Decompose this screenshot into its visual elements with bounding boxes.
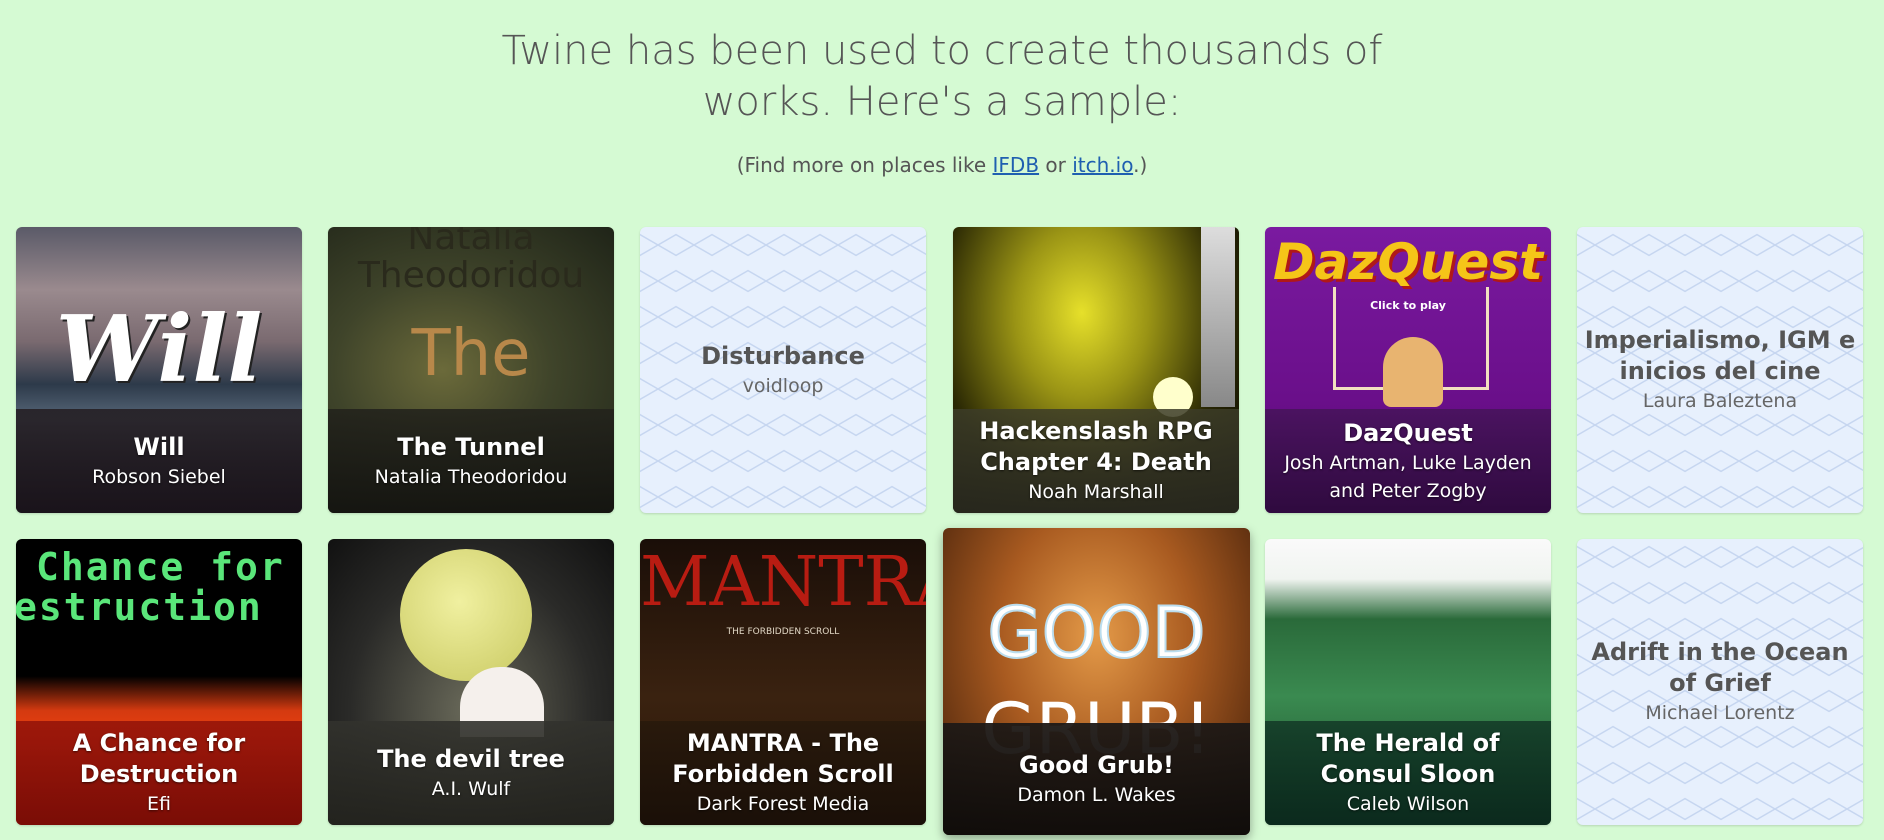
cover-art-text: Will xyxy=(55,295,263,403)
work-caption: A Chance for Destruction Efi xyxy=(16,721,302,825)
cover-art-subtext: THE FORBIDDEN SCROLL xyxy=(726,627,840,637)
work-title: DazQuest xyxy=(1343,418,1473,447)
work-title: The Tunnel xyxy=(397,432,545,461)
itch-io-link[interactable]: itch.io xyxy=(1072,153,1133,177)
cover-art-line-2: estruction xyxy=(16,585,263,629)
work-card-disturbance[interactable]: Disturbance voidloop xyxy=(640,227,926,513)
work-caption: The devil tree A.I. Wulf xyxy=(328,721,614,825)
work-caption: Disturbance voidloop xyxy=(640,227,926,513)
work-title: Imperialismo, IGM e inicios del cine xyxy=(1584,326,1856,385)
find-more-text: (Find more on places like IFDB or itch.i… xyxy=(0,153,1884,177)
work-author: Damon L. Wakes xyxy=(1017,783,1176,806)
cover-art-text: Chance for estruction xyxy=(16,547,302,627)
work-title: Hackenslash RPG Chapter 4: Death xyxy=(979,417,1213,476)
work-author: Laura Baleztena xyxy=(1642,390,1798,412)
cover-art-moon xyxy=(400,549,532,681)
work-card-adrift-in-the-ocean-of-grief[interactable]: Adrift in the Ocean of Grief Michael Lor… xyxy=(1577,539,1863,825)
work-title: Adrift in the Ocean of Grief xyxy=(1591,638,1849,697)
work-title: Disturbance xyxy=(701,341,865,370)
cover-art-text: Natalia Theodoridou xyxy=(328,227,614,295)
work-title: The devil tree xyxy=(377,744,565,773)
work-caption: MANTRA - The Forbidden Scroll Dark Fores… xyxy=(640,721,926,825)
cover-art-text: DazQuest xyxy=(1272,233,1544,291)
work-author: Caleb Wilson xyxy=(1346,793,1470,815)
work-card-chance-for-destruction[interactable]: Chance for estruction A Chance for Destr… xyxy=(16,539,302,825)
find-more-suffix: .) xyxy=(1133,153,1148,177)
work-card-imperialismo[interactable]: Imperialismo, IGM e inicios del cine Lau… xyxy=(1577,227,1863,513)
work-author: Dark Forest Media xyxy=(696,793,870,815)
work-card-will[interactable]: Will Will Robson Siebel xyxy=(16,227,302,513)
work-author: Efi xyxy=(147,793,171,815)
work-title: Good Grub! xyxy=(1019,750,1174,779)
work-card-dazquest[interactable]: DazQuest Click to play DazQuest Josh Art… xyxy=(1265,227,1551,513)
work-card-the-devil-tree[interactable]: The devil tree A.I. Wulf xyxy=(328,539,614,825)
cover-art-text: GOOD xyxy=(986,591,1206,675)
work-title: A Chance for Destruction xyxy=(72,729,246,788)
work-caption: Good Grub! Damon L. Wakes xyxy=(943,723,1250,835)
work-caption: The Herald of Consul Sloon Caleb Wilson xyxy=(1265,721,1551,825)
work-author: Robson Siebel xyxy=(92,465,226,488)
work-card-the-tunnel[interactable]: Natalia Theodoridou The The Tunnel Natal… xyxy=(328,227,614,513)
work-title: Will xyxy=(133,432,185,461)
work-card-herald-of-consul-sloon[interactable]: The Herald of Consul Sloon Caleb Wilson xyxy=(1265,539,1551,825)
cover-art-character xyxy=(1383,337,1443,407)
work-caption: Will Robson Siebel xyxy=(16,409,302,513)
work-caption: DazQuest Josh Artman, Luke Layden and Pe… xyxy=(1265,409,1551,513)
work-author: A.I. Wulf xyxy=(431,777,511,800)
work-author: Josh Artman, Luke Layden and Peter Zogby xyxy=(1284,451,1532,502)
work-title: MANTRA - The Forbidden Scroll xyxy=(672,729,894,788)
work-caption: The Tunnel Natalia Theodoridou xyxy=(328,409,614,513)
heading-line-2: works. Here's a sample: xyxy=(702,79,1182,125)
work-author: Noah Marshall xyxy=(1028,481,1164,503)
ifdb-link[interactable]: IFDB xyxy=(993,153,1040,177)
heading-line-1: Twine has been used to create thousands … xyxy=(501,28,1383,74)
cover-art-line-1: Natalia xyxy=(407,227,535,258)
work-caption: Hackenslash RPG Chapter 4: Death Noah Ma… xyxy=(953,409,1239,513)
work-author: Natalia Theodoridou xyxy=(374,465,568,488)
cover-art-line-1: Chance for xyxy=(36,545,285,589)
cover-art-line-2: Theodoridou xyxy=(357,255,585,296)
page-heading: Twine has been used to create thousands … xyxy=(0,26,1884,128)
find-more-prefix: (Find more on places like xyxy=(736,153,993,177)
work-card-mantra[interactable]: MANTRA THE FORBIDDEN SCROLL MANTRA - The… xyxy=(640,539,926,825)
cover-art-text: MANTRA xyxy=(640,543,926,622)
work-caption: Imperialismo, IGM e inicios del cine Lau… xyxy=(1577,227,1863,513)
find-more-or: or xyxy=(1039,153,1073,177)
work-author: voidloop xyxy=(742,374,824,397)
work-title: The Herald of Consul Sloon xyxy=(1316,729,1500,788)
work-card-hackenslash-rpg[interactable]: Hackenslash RPG Chapter 4: Death Noah Ma… xyxy=(953,227,1239,513)
work-card-good-grub[interactable]: GOOD GRUB! Good Grub! Damon L. Wakes xyxy=(943,528,1250,835)
work-caption: Adrift in the Ocean of Grief Michael Lor… xyxy=(1577,539,1863,825)
cover-art-column xyxy=(1201,227,1235,407)
cover-art-title: The xyxy=(411,317,531,391)
work-author: Michael Lorentz xyxy=(1645,702,1795,724)
